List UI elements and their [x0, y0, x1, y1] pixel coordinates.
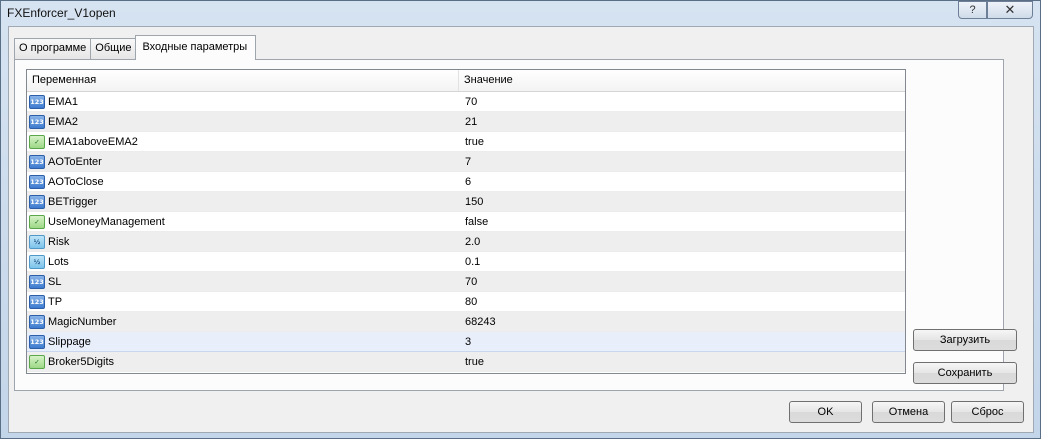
parameter-row[interactable]: 123 EMA2 21 [27, 112, 905, 132]
parameter-name-cell[interactable]: ½ Risk [27, 234, 459, 249]
parameter-value[interactable]: 68243 [459, 316, 496, 328]
parameter-name-cell[interactable]: 123 EMA2 [27, 114, 459, 129]
parameter-value[interactable]: 21 [459, 116, 477, 128]
parameter-value[interactable]: 0.1 [459, 256, 480, 268]
integer-type-icon: 123 [29, 174, 45, 189]
parameter-name: Broker5Digits [48, 355, 115, 368]
boolean-type-icon: ✓ [29, 134, 45, 149]
parameter-name: BETrigger [48, 195, 98, 208]
parameters-grid: Переменная Значение 123 EMA1 70 123 EMA2 21 ✓ E… [26, 69, 906, 374]
boolean-type-icon: ✓ [29, 214, 45, 229]
tab-inputs[interactable]: Входные параметры [135, 35, 257, 60]
parameter-name: TP [48, 295, 63, 308]
tab-about[interactable]: О программе [14, 38, 92, 59]
parameter-name-cell[interactable]: ½ Lots [27, 254, 459, 269]
parameter-name: SL [48, 275, 62, 288]
double-type-icon: ½ [29, 234, 45, 249]
parameter-row[interactable]: 123 TP 80 [27, 292, 905, 312]
parameter-row[interactable]: 123 SL 70 [27, 272, 905, 292]
parameter-name-cell[interactable]: 123 MagicNumber [27, 314, 459, 329]
grid-header: Переменная Значение [27, 70, 905, 92]
parameter-value[interactable]: 7 [459, 156, 471, 168]
parameter-name: EMA2 [48, 115, 78, 128]
parameter-row[interactable]: ✓ EMA1aboveEMA2 true [27, 132, 905, 152]
parameter-name: EMA1 [48, 95, 78, 108]
parameter-value[interactable]: 70 [459, 276, 477, 288]
dialog-client-area: О программе Общие Входные параметры Пере… [8, 26, 1034, 433]
parameter-name-cell[interactable]: ✓ EMA1aboveEMA2 [27, 134, 459, 149]
parameter-value[interactable]: 150 [459, 196, 483, 208]
integer-type-icon: 123 [29, 94, 45, 109]
parameter-row[interactable]: ½ Risk 2.0 [27, 232, 905, 252]
parameter-value[interactable]: true [459, 356, 484, 368]
parameter-name: EMA1aboveEMA2 [48, 135, 138, 148]
parameter-row[interactable]: ½ Lots 0.1 [27, 252, 905, 272]
double-type-icon: ½ [29, 254, 45, 269]
integer-type-icon: 123 [29, 194, 45, 209]
grid-body: 123 EMA1 70 123 EMA2 21 ✓ EMA1aboveEMA2 true 123 A… [27, 92, 905, 372]
parameter-value[interactable]: 6 [459, 176, 471, 188]
parameter-row[interactable]: ✓ Broker5Digits true [27, 352, 905, 372]
parameter-value[interactable]: 2.0 [459, 236, 480, 248]
parameter-row[interactable]: ✓ UseMoneyManagement false [27, 212, 905, 232]
help-icon: ? [969, 4, 976, 16]
parameter-name-cell[interactable]: 123 Slippage [27, 334, 459, 349]
ok-button[interactable]: OK [789, 401, 862, 423]
help-button[interactable]: ? [958, 1, 987, 19]
parameter-row[interactable]: 123 MagicNumber 68243 [27, 312, 905, 332]
integer-type-icon: 123 [29, 314, 45, 329]
parameter-name: UseMoneyManagement [48, 215, 165, 228]
close-icon: ✕ [1004, 2, 1016, 17]
parameter-name-cell[interactable]: 123 TP [27, 294, 459, 309]
tab-common[interactable]: Общие [90, 38, 137, 59]
parameter-name-cell[interactable]: ✓ UseMoneyManagement [27, 214, 459, 229]
parameter-name-cell[interactable]: 123 AOToEnter [27, 154, 459, 169]
parameter-name: Risk [48, 235, 70, 248]
parameter-name: Lots [48, 255, 69, 268]
parameter-name-cell[interactable]: 123 EMA1 [27, 94, 459, 109]
close-button[interactable]: ✕ [987, 1, 1033, 19]
header-variable[interactable]: Переменная [27, 70, 459, 91]
parameter-name: Slippage [48, 335, 91, 348]
tab-strip: О программе Общие Входные параметры [14, 35, 257, 60]
parameter-name-cell[interactable]: ✓ Broker5Digits [27, 354, 459, 369]
parameter-name-cell[interactable]: 123 BETrigger [27, 194, 459, 209]
parameter-name: AOToEnter [48, 155, 102, 168]
integer-type-icon: 123 [29, 274, 45, 289]
parameter-row[interactable]: 123 EMA1 70 [27, 92, 905, 112]
reset-button[interactable]: Сброс [951, 401, 1024, 423]
parameter-name-cell[interactable]: 123 AOToClose [27, 174, 459, 189]
parameter-name: MagicNumber [48, 315, 117, 328]
parameter-value[interactable]: 3 [459, 336, 471, 348]
window-title: FXEnforcer_V1open [7, 6, 116, 20]
boolean-type-icon: ✓ [29, 354, 45, 369]
header-value[interactable]: Значение [459, 70, 518, 91]
inputs-panel: Переменная Значение 123 EMA1 70 123 EMA2 21 ✓ E… [14, 59, 1004, 391]
parameter-value[interactable]: false [459, 216, 488, 228]
save-button[interactable]: Сохранить [913, 362, 1017, 384]
parameter-row[interactable]: 123 Slippage 3 [27, 332, 905, 352]
parameter-value[interactable]: 80 [459, 296, 477, 308]
parameter-value[interactable]: true [459, 136, 484, 148]
integer-type-icon: 123 [29, 114, 45, 129]
parameter-name: AOToClose [48, 175, 104, 188]
parameter-row[interactable]: 123 AOToClose 6 [27, 172, 905, 192]
integer-type-icon: 123 [29, 334, 45, 349]
parameter-name-cell[interactable]: 123 SL [27, 274, 459, 289]
dialog-window: FXEnforcer_V1open ? ✕ О программе Общие … [0, 0, 1041, 439]
load-button[interactable]: Загрузить [913, 329, 1017, 351]
parameter-value[interactable]: 70 [459, 96, 477, 108]
parameter-row[interactable]: 123 BETrigger 150 [27, 192, 905, 212]
parameter-row[interactable]: 123 AOToEnter 7 [27, 152, 905, 172]
integer-type-icon: 123 [29, 154, 45, 169]
cancel-button[interactable]: Отмена [872, 401, 945, 423]
integer-type-icon: 123 [29, 294, 45, 309]
